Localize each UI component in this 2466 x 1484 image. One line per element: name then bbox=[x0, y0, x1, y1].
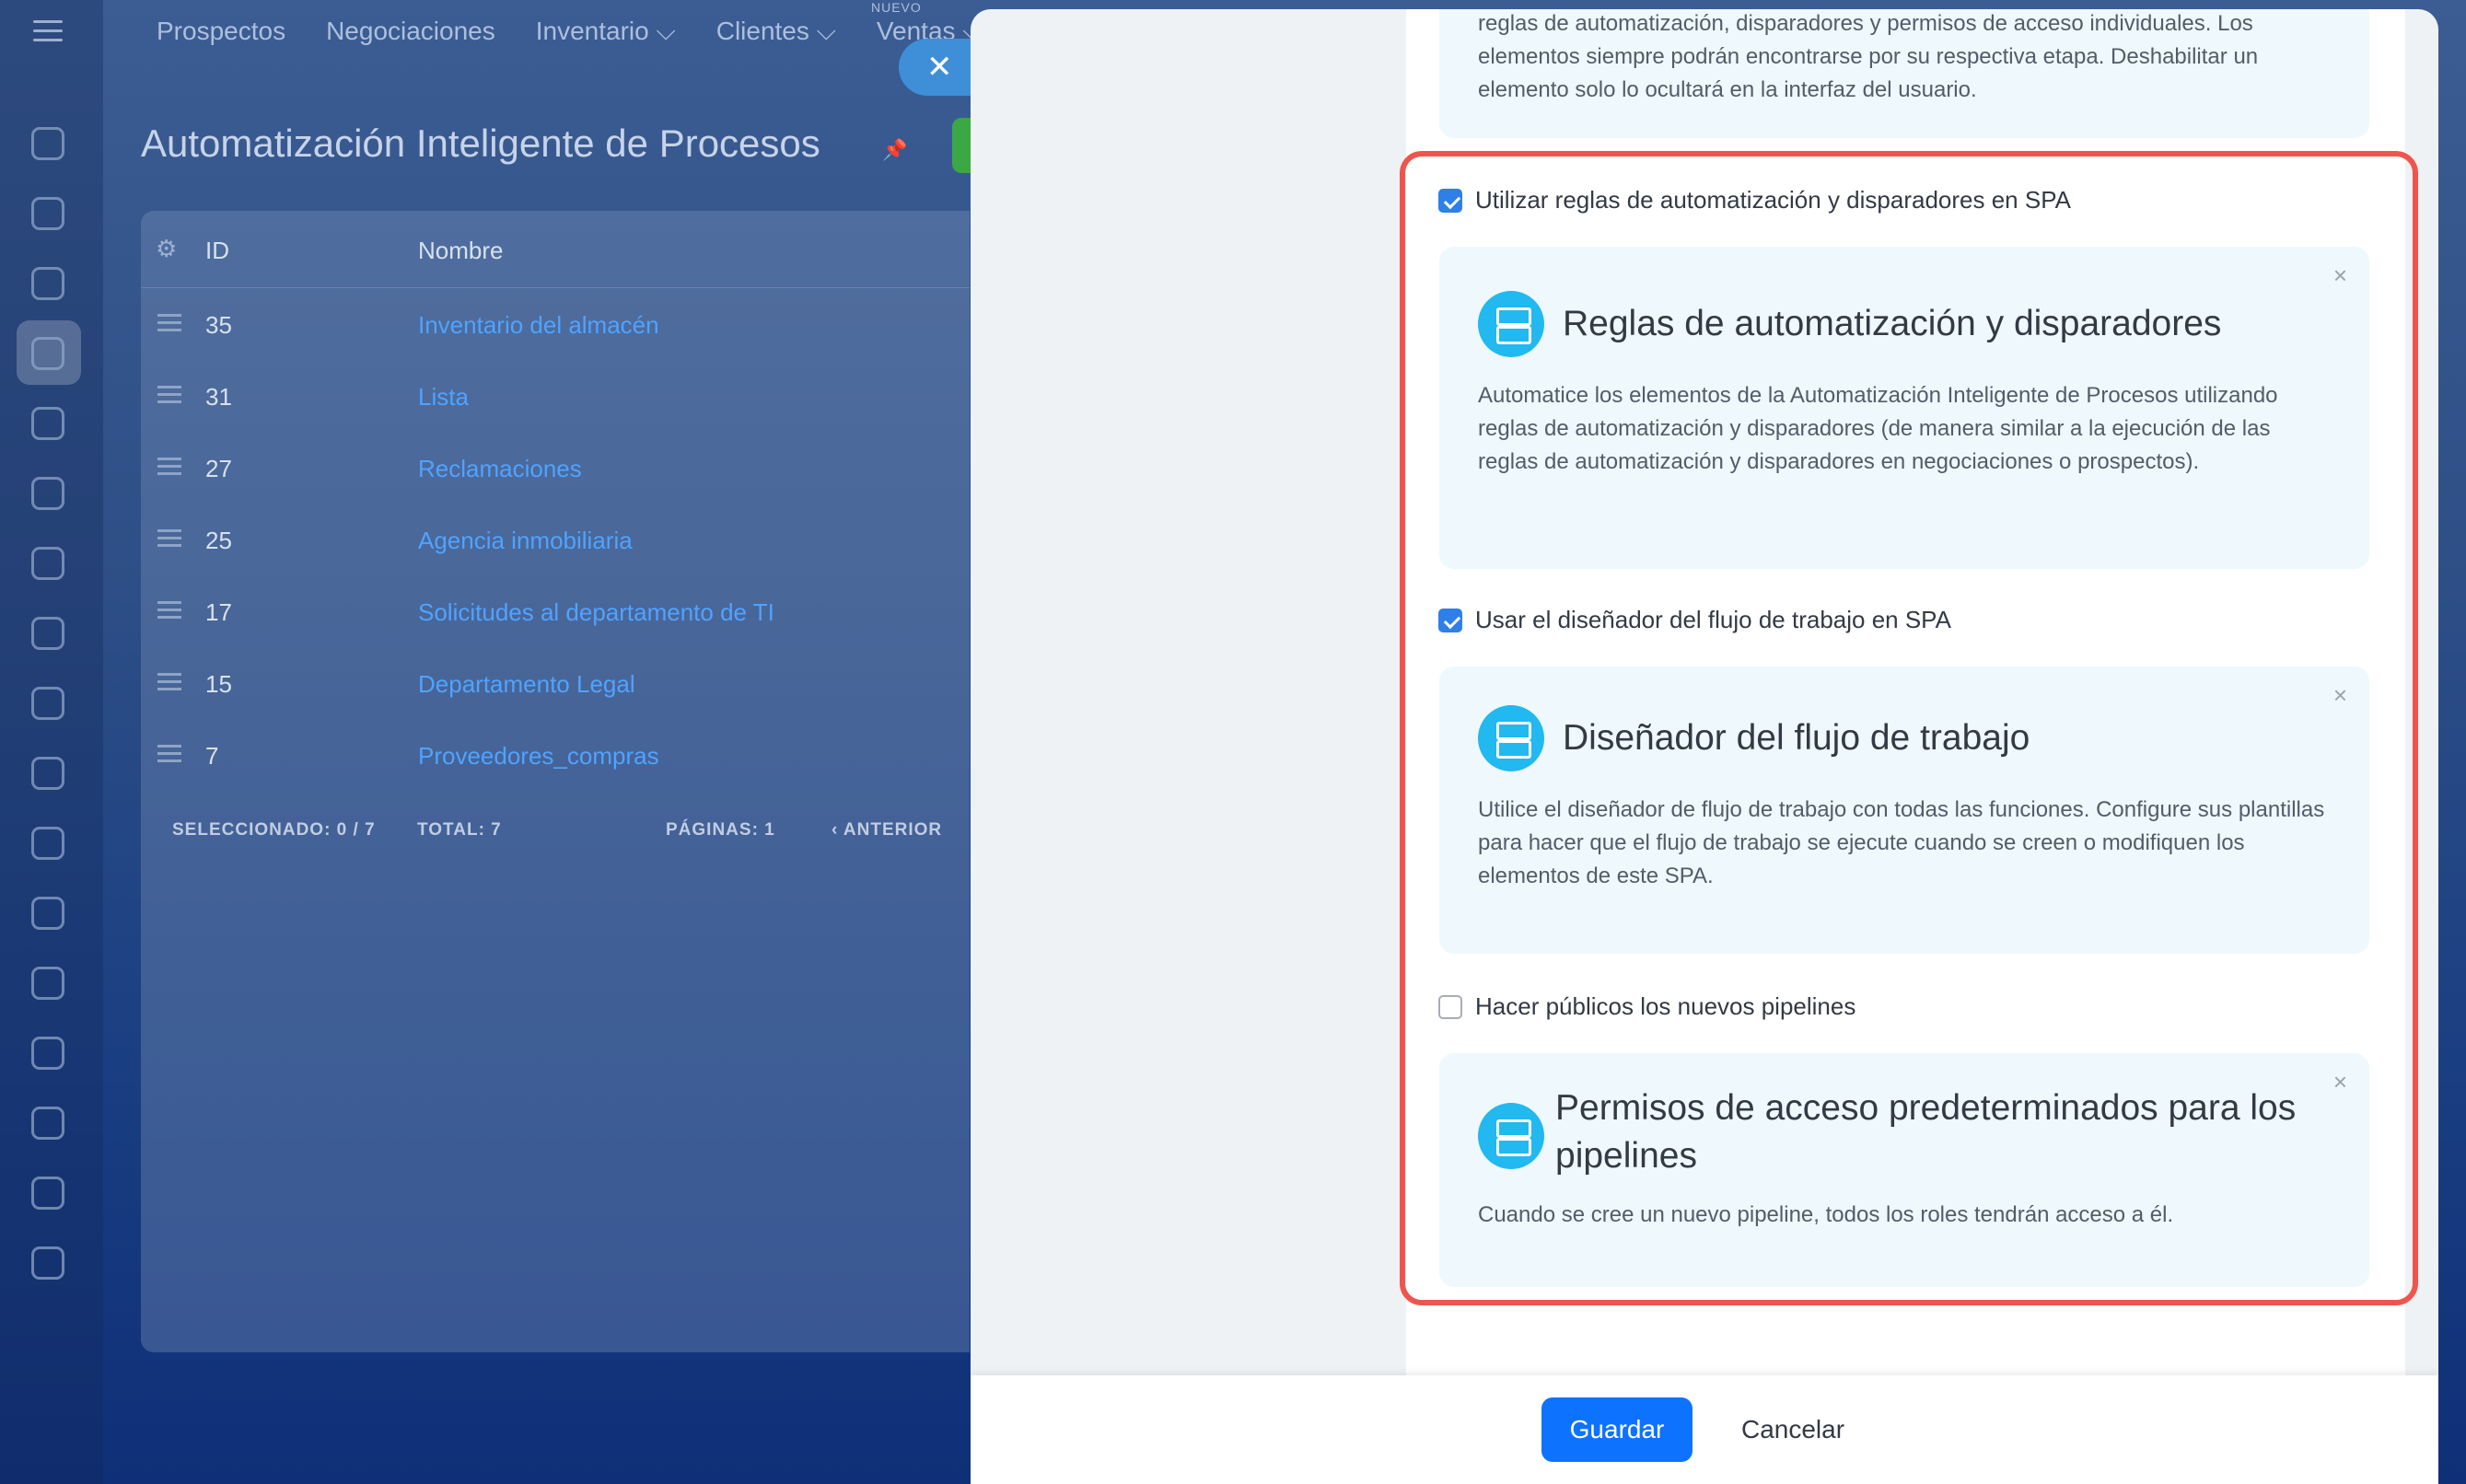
spa-icon bbox=[1478, 705, 1544, 771]
close-icon[interactable]: × bbox=[2333, 681, 2347, 710]
page-title: Automatización Inteligente de Procesos bbox=[141, 122, 820, 165]
drag-handle-icon[interactable] bbox=[157, 673, 181, 695]
top-navigation: Prospectos Negociaciones Inventario ⌵ Cl… bbox=[157, 17, 983, 47]
card-text: Automatice los elementos de la Automatiz… bbox=[1478, 383, 2278, 474]
sidebar-settings-icon[interactable] bbox=[31, 1246, 64, 1280]
left-sidebar bbox=[0, 0, 103, 1484]
save-button[interactable]: Guardar bbox=[1541, 1397, 1692, 1462]
nav-negociaciones[interactable]: Negociaciones bbox=[326, 17, 495, 47]
table-row[interactable]: 25 Agencia inmobiliaria bbox=[141, 504, 970, 575]
row-id: 31 bbox=[205, 383, 232, 411]
drag-handle-icon[interactable] bbox=[157, 745, 181, 767]
previous-info-text: reglas de automatización, disparadores y… bbox=[1478, 11, 2259, 102]
automation-rules-info-card: × Reglas de automatización y disparadore… bbox=[1439, 247, 2369, 569]
row-name-link[interactable]: Solicitudes al departamento de TI bbox=[418, 598, 774, 627]
row-name-link[interactable]: Reclamaciones bbox=[418, 455, 582, 483]
drag-handle-icon[interactable] bbox=[157, 386, 181, 408]
drag-handle-icon[interactable] bbox=[157, 601, 181, 623]
column-name[interactable]: Nombre bbox=[418, 237, 503, 265]
sidebar-robot-icon[interactable] bbox=[31, 1107, 64, 1140]
option-public-pipelines[interactable]: Hacer públicos los nuevos pipelines bbox=[1438, 992, 1855, 1021]
sidebar-docs-icon[interactable] bbox=[31, 617, 64, 650]
card-text: Utilice el diseñador de flujo de trabajo… bbox=[1478, 797, 2325, 888]
sidebar-contacts-icon[interactable] bbox=[31, 757, 64, 790]
table-row[interactable]: 27 Reclamaciones bbox=[141, 432, 970, 504]
spa-grid: ⚙ ID Nombre 35 Inventario del almacén 31… bbox=[141, 211, 970, 1352]
total-count: TOTAL: 7 bbox=[417, 820, 502, 840]
close-icon[interactable]: × bbox=[2333, 1068, 2347, 1096]
sidebar-crm-icon[interactable] bbox=[31, 337, 64, 370]
previous-info-card: reglas de automatización, disparadores y… bbox=[1439, 9, 2369, 138]
public-pipelines-checkbox[interactable] bbox=[1438, 994, 1462, 1019]
nav-clientes[interactable]: Clientes ⌵ bbox=[716, 17, 836, 47]
close-icon[interactable]: × bbox=[2333, 261, 2347, 290]
card-title: Permisos de acceso predeterminados para … bbox=[1555, 1088, 2297, 1176]
gear-icon[interactable]: ⚙ bbox=[156, 235, 177, 263]
slider-footer: Guardar Cancelar bbox=[971, 1375, 2438, 1484]
workflow-designer-label[interactable]: Usar el diseñador del flujo de trabajo e… bbox=[1475, 606, 1951, 634]
table-row[interactable]: 7 Proveedores_compras bbox=[141, 719, 970, 791]
table-row[interactable]: 31 Lista bbox=[141, 360, 970, 432]
nav-inventario[interactable]: Inventario ⌵ bbox=[536, 17, 676, 47]
card-title: Diseñador del flujo de trabajo bbox=[1563, 718, 2030, 758]
row-name-link[interactable]: Agencia inmobiliaria bbox=[418, 527, 633, 555]
option-workflow-designer[interactable]: Usar el diseñador del flujo de trabajo e… bbox=[1438, 606, 1951, 634]
column-id[interactable]: ID bbox=[205, 237, 229, 265]
sidebar-checklist-icon[interactable] bbox=[31, 1037, 64, 1070]
pipeline-permissions-info-card: × Permisos de acceso predeterminados par… bbox=[1439, 1053, 2369, 1287]
row-id: 7 bbox=[205, 742, 219, 770]
settings-content: reglas de automatización, disparadores y… bbox=[1406, 9, 2405, 1375]
row-id: 27 bbox=[205, 455, 232, 482]
sidebar-calendar-icon[interactable] bbox=[31, 547, 64, 580]
drag-handle-icon[interactable] bbox=[157, 314, 181, 336]
row-name-link[interactable]: Inventario del almacén bbox=[418, 311, 659, 340]
automation-rules-checkbox[interactable] bbox=[1438, 188, 1462, 213]
sidebar-feed-icon[interactable] bbox=[31, 127, 64, 160]
table-row[interactable]: 15 Departamento Legal bbox=[141, 647, 970, 719]
spa-icon bbox=[1478, 291, 1544, 357]
nuevo-badge: NUEVO bbox=[871, 0, 922, 15]
selected-count: SELECCIONADO: 0 / 7 bbox=[172, 820, 376, 840]
pages-label: PÁGINAS: 1 bbox=[666, 820, 775, 840]
sidebar-reports-icon[interactable] bbox=[31, 1177, 64, 1210]
sidebar-mail-icon[interactable] bbox=[31, 897, 64, 930]
prev-page-link[interactable]: ‹ ANTERIOR bbox=[832, 820, 942, 841]
settings-slider: reglas de automatización, disparadores y… bbox=[971, 9, 2438, 1484]
row-id: 15 bbox=[205, 670, 232, 698]
nav-prospectos[interactable]: Prospectos bbox=[157, 17, 285, 47]
pin-icon[interactable]: 📌 bbox=[882, 138, 907, 161]
row-name-link[interactable]: Departamento Legal bbox=[418, 670, 635, 699]
sidebar-chat-icon[interactable] bbox=[31, 197, 64, 230]
sidebar-tasks-icon[interactable] bbox=[31, 267, 64, 300]
row-id: 35 bbox=[205, 311, 232, 339]
drag-handle-icon[interactable] bbox=[157, 529, 181, 551]
workflow-designer-info-card: × Diseñador del flujo de trabajo Utilice… bbox=[1439, 667, 2369, 954]
sidebar-team-icon[interactable] bbox=[31, 967, 64, 1000]
sidebar-inventory-icon[interactable] bbox=[31, 827, 64, 860]
public-pipelines-label[interactable]: Hacer públicos los nuevos pipelines bbox=[1475, 992, 1855, 1021]
workflow-designer-checkbox[interactable] bbox=[1438, 608, 1462, 632]
row-name-link[interactable]: Lista bbox=[418, 383, 469, 412]
drag-handle-icon[interactable] bbox=[157, 458, 181, 480]
option-automation-rules[interactable]: Utilizar reglas de automatización y disp… bbox=[1438, 186, 2071, 214]
sidebar-sites-icon[interactable] bbox=[31, 477, 64, 510]
card-text: Cuando se cree un nuevo pipeline, todos … bbox=[1478, 1202, 2174, 1227]
card-title: Reglas de automatización y disparadores bbox=[1563, 304, 2222, 343]
sidebar-store-icon[interactable] bbox=[31, 687, 64, 720]
close-slider-button[interactable]: ✕ bbox=[899, 39, 972, 96]
table-row[interactable]: 17 Solicitudes al departamento de TI bbox=[141, 575, 970, 647]
table-row[interactable]: 35 Inventario del almacén bbox=[141, 288, 970, 360]
grid-header: ⚙ ID Nombre bbox=[141, 211, 970, 288]
row-name-link[interactable]: Proveedores_compras bbox=[418, 742, 659, 771]
spa-icon bbox=[1478, 1103, 1544, 1169]
sidebar-drive-icon[interactable] bbox=[31, 407, 64, 440]
row-id: 25 bbox=[205, 527, 232, 554]
row-id: 17 bbox=[205, 598, 232, 626]
automation-rules-label[interactable]: Utilizar reglas de automatización y disp… bbox=[1475, 186, 2071, 214]
menu-icon[interactable] bbox=[33, 20, 63, 42]
cancel-button[interactable]: Cancelar bbox=[1724, 1397, 1862, 1462]
